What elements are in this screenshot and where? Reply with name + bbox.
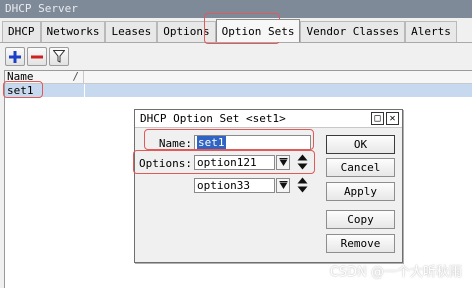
option-value-1: option121: [197, 156, 257, 169]
copy-button[interactable]: Copy: [326, 210, 395, 229]
dialog-window-controls: □ ✕: [371, 112, 399, 125]
tab-option-sets[interactable]: Option Sets: [215, 19, 301, 42]
cancel-button[interactable]: Cancel: [326, 158, 395, 177]
up-down-arrow-icon: [297, 177, 307, 193]
tab-leases[interactable]: Leases: [105, 21, 158, 42]
list-header: Name /: [5, 71, 472, 84]
tab-bar: DHCP Networks Leases Options Option Sets…: [2, 19, 457, 42]
funnel-icon: [53, 50, 65, 63]
restore-icon[interactable]: □: [371, 112, 384, 125]
sort-indicator: /: [72, 70, 79, 83]
minus-icon: [31, 55, 43, 58]
options-label: Options:: [139, 157, 192, 170]
option-set-dialog: DHCP Option Set <set1> □ ✕ Name: set1 Op…: [134, 109, 403, 263]
dropdown-arrow-icon: [279, 158, 287, 166]
dialog-title-bar: DHCP Option Set <set1> □ ✕: [135, 110, 402, 128]
option-select-2[interactable]: option33: [194, 178, 275, 193]
close-icon[interactable]: ✕: [386, 112, 399, 125]
toolbar: [5, 47, 69, 67]
option-1-dropdown[interactable]: [276, 155, 290, 170]
dhcp-server-window: DHCP Server DHCP Networks Leases Options…: [0, 0, 472, 288]
tab-alerts[interactable]: Alerts: [405, 21, 457, 42]
apply-button[interactable]: Apply: [326, 182, 395, 201]
plus-icon: [9, 50, 21, 63]
dropdown-arrow-icon: [279, 181, 287, 189]
up-down-arrow-icon: [297, 154, 307, 170]
column-header-name-label: Name: [7, 70, 34, 83]
column-header-empty: [84, 71, 472, 83]
option-1-updown[interactable]: [296, 154, 308, 170]
name-label: Name:: [158, 137, 192, 150]
window-title: DHCP Server: [0, 0, 472, 18]
row-name-cell: set1: [5, 84, 84, 97]
ok-button[interactable]: OK: [326, 135, 395, 154]
remove-button[interactable]: [27, 47, 47, 66]
tab-networks[interactable]: Networks: [40, 21, 106, 42]
watermark: CSDN @一个大听秋雨: [329, 265, 462, 280]
name-value: set1: [197, 136, 226, 149]
column-header-name[interactable]: Name /: [5, 71, 84, 83]
option-value-2: option33: [197, 179, 250, 192]
tab-vendor-classes[interactable]: Vendor Classes: [300, 21, 406, 42]
tab-dhcp[interactable]: DHCP: [2, 21, 41, 42]
tab-options[interactable]: Options: [157, 21, 216, 42]
option-select-1[interactable]: option121: [194, 155, 275, 170]
dialog-title: DHCP Option Set <set1>: [140, 112, 286, 125]
filter-button[interactable]: [49, 47, 69, 66]
option-2-updown[interactable]: [296, 177, 308, 193]
remove-dialog-button[interactable]: Remove: [326, 234, 395, 253]
table-row[interactable]: set1: [5, 84, 472, 97]
name-field[interactable]: set1: [194, 135, 311, 150]
option-2-dropdown[interactable]: [276, 178, 290, 193]
row-empty-cell: [84, 84, 472, 97]
add-button[interactable]: [5, 47, 25, 66]
